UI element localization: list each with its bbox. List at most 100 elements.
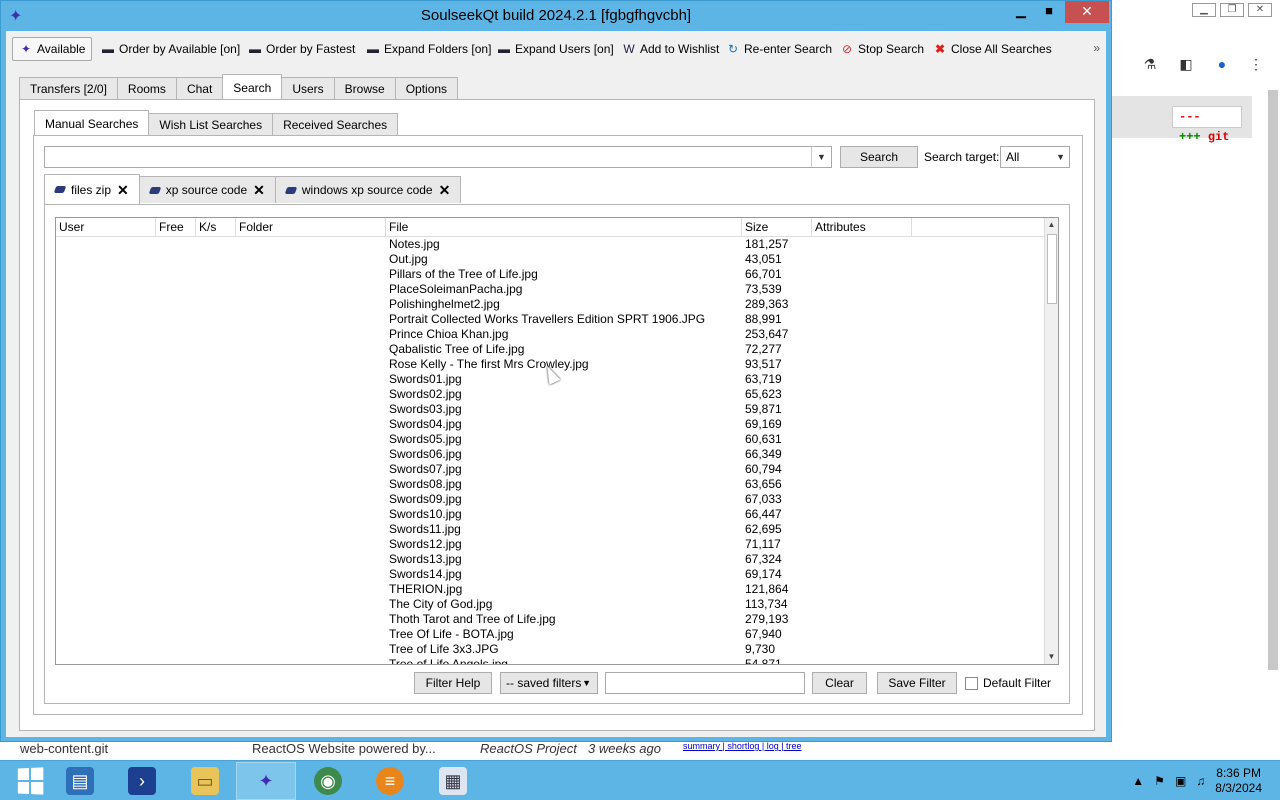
table-row[interactable]: Prince Chioa Khan.jpg 253,647 bbox=[56, 327, 1046, 342]
table-row[interactable]: Swords08.jpg 63,656 bbox=[56, 477, 1046, 492]
add-to-wishlist-button[interactable]: W Add to Wishlist bbox=[622, 37, 719, 61]
bg-close-button[interactable]: ✕ bbox=[1248, 3, 1272, 17]
titlebar[interactable]: ✦ SoulseekQt build 2024.2.1 [fgbgfhgvcbh… bbox=[1, 1, 1111, 31]
table-row[interactable]: Swords14.jpg 69,174 bbox=[56, 567, 1046, 582]
tab-received-searches[interactable]: Received Searches bbox=[272, 113, 399, 135]
close-all-searches-button[interactable]: ✖ Close All Searches bbox=[933, 37, 1052, 61]
search-input[interactable]: ▼ bbox=[44, 146, 832, 168]
bg-minimize-button[interactable]: ▁ bbox=[1192, 3, 1216, 17]
table-row[interactable]: PlaceSoleimanPacha.jpg 73,539 bbox=[56, 282, 1046, 297]
tray-expand-icon[interactable]: ▲ bbox=[1132, 774, 1144, 788]
table-row[interactable]: Swords10.jpg 66,447 bbox=[56, 507, 1046, 522]
search-button[interactable]: Search bbox=[840, 146, 918, 168]
bg-scrollbar[interactable] bbox=[1268, 90, 1278, 670]
search-target-select[interactable]: All ▼ bbox=[1000, 146, 1070, 168]
tab-browse[interactable]: Browse bbox=[333, 77, 396, 99]
tab-manual-searches[interactable]: Manual Searches bbox=[34, 110, 150, 135]
volume-icon[interactable]: ♫ bbox=[1196, 774, 1205, 788]
column-size[interactable]: Size bbox=[742, 218, 812, 237]
table-row[interactable]: Portrait Collected Works Travellers Edit… bbox=[56, 312, 1046, 327]
tab-wish-list-searches[interactable]: Wish List Searches bbox=[148, 113, 274, 135]
sidebar-icon[interactable]: ◧ bbox=[1176, 54, 1196, 74]
taskbar-server-manager[interactable]: ▤ bbox=[50, 762, 110, 800]
expand-users-button[interactable]: ▬ Expand Users [on] bbox=[497, 37, 614, 61]
table-row[interactable]: The City of God.jpg 113,734 bbox=[56, 597, 1046, 612]
tab-transfers[interactable]: Transfers [2/0] bbox=[19, 77, 118, 99]
column-free[interactable]: Free bbox=[156, 218, 196, 237]
tab-rooms[interactable]: Rooms bbox=[116, 77, 177, 99]
table-row[interactable]: Pillars of the Tree of Life.jpg 66,701 bbox=[56, 267, 1046, 282]
re-enter-search-button[interactable]: ↻ Re-enter Search bbox=[726, 37, 832, 61]
table-row[interactable]: Swords02.jpg 65,623 bbox=[56, 387, 1046, 402]
git-logo[interactable]: --- +++ git bbox=[1172, 106, 1242, 144]
chevron-down-icon[interactable]: ▼ bbox=[811, 147, 831, 167]
bg-repo-links[interactable]: summary | shortlog | log | tree bbox=[683, 741, 802, 751]
expand-folders-button[interactable]: ▬ Expand Folders [on] bbox=[366, 37, 491, 61]
table-row[interactable]: Tree of Life 3x3.JPG 9,730 bbox=[56, 642, 1046, 657]
filter-input[interactable] bbox=[605, 672, 805, 694]
tab-search[interactable]: Search bbox=[222, 74, 283, 99]
table-row[interactable]: Tree of Life Angels.jpg 54,871 bbox=[56, 657, 1046, 664]
table-row[interactable]: Swords06.jpg 66,349 bbox=[56, 447, 1046, 462]
table-row[interactable]: Notes.jpg 181,257 bbox=[56, 237, 1046, 252]
taskbar-calculator[interactable]: ▦ bbox=[423, 762, 483, 800]
table-row[interactable]: Swords07.jpg 60,794 bbox=[56, 462, 1046, 477]
flask-icon[interactable]: ⚗ bbox=[1140, 54, 1160, 74]
bg-restore-button[interactable]: ❐ bbox=[1220, 3, 1244, 17]
table-row[interactable]: Swords03.jpg 59,871 bbox=[56, 402, 1046, 417]
table-row[interactable]: Swords13.jpg 67,324 bbox=[56, 552, 1046, 567]
table-row[interactable]: Swords11.jpg 62,695 bbox=[56, 522, 1046, 537]
table-row[interactable]: Swords05.jpg 60,631 bbox=[56, 432, 1046, 447]
checkbox-box[interactable] bbox=[965, 676, 978, 690]
clock[interactable]: 8:36 PM 8/3/2024 bbox=[1215, 766, 1262, 796]
taskbar-soulseek[interactable]: ✦ bbox=[236, 762, 296, 800]
available-button[interactable]: ✦ Available bbox=[12, 37, 92, 61]
table-row[interactable]: Swords09.jpg 67,033 bbox=[56, 492, 1046, 507]
toolbar-overflow-button[interactable]: » bbox=[1093, 41, 1100, 55]
order-by-available-button[interactable]: ▬ Order by Available [on] bbox=[101, 37, 240, 61]
profile-icon[interactable]: ● bbox=[1212, 54, 1232, 74]
result-tab-windows-xp-source-code[interactable]: windows xp source code ✕ bbox=[274, 176, 462, 204]
clear-filter-button[interactable]: Clear bbox=[812, 672, 867, 694]
taskbar-file-explorer[interactable]: ▭ bbox=[175, 762, 235, 800]
network-icon[interactable]: ▣ bbox=[1175, 774, 1186, 788]
result-tab-xp-source-code[interactable]: xp source code ✕ bbox=[138, 176, 276, 204]
bg-repo-name[interactable]: web-content.git bbox=[20, 741, 108, 756]
saved-filters-select[interactable]: -- saved filters ▼ bbox=[500, 672, 598, 694]
close-icon[interactable]: ✕ bbox=[439, 177, 451, 204]
tab-chat[interactable]: Chat bbox=[175, 77, 224, 99]
tab-options[interactable]: Options bbox=[394, 77, 459, 99]
taskbar-app-orange[interactable]: ≡ bbox=[360, 762, 420, 800]
scrollbar-thumb[interactable] bbox=[1047, 234, 1057, 304]
default-filter-checkbox[interactable]: Default Filter bbox=[965, 676, 1051, 690]
close-icon[interactable]: ✕ bbox=[253, 177, 265, 204]
column-attributes[interactable]: Attributes bbox=[812, 218, 912, 237]
close-icon[interactable]: ✕ bbox=[117, 175, 129, 205]
close-button[interactable]: ✕ bbox=[1065, 1, 1109, 23]
menu-dots-icon[interactable]: ⋮ bbox=[1246, 54, 1266, 74]
order-by-fastest-button[interactable]: ▬ Order by Fastest bbox=[248, 37, 355, 61]
result-tab-files-zip[interactable]: files zip ✕ bbox=[44, 174, 140, 204]
table-row[interactable]: Swords12.jpg 71,117 bbox=[56, 537, 1046, 552]
results-scrollbar[interactable]: ▲ ▼ bbox=[1044, 218, 1058, 664]
scroll-up-icon[interactable]: ▲ bbox=[1045, 218, 1058, 232]
flag-icon[interactable]: ⚑ bbox=[1154, 774, 1165, 788]
scroll-down-icon[interactable]: ▼ bbox=[1045, 650, 1058, 664]
table-row[interactable]: Swords04.jpg 69,169 bbox=[56, 417, 1046, 432]
save-filter-button[interactable]: Save Filter bbox=[877, 672, 957, 694]
tab-users[interactable]: Users bbox=[281, 77, 335, 99]
filter-help-button[interactable]: Filter Help bbox=[414, 672, 492, 694]
column-file[interactable]: File bbox=[386, 218, 742, 237]
table-row[interactable]: Tree Of Life - BOTA.jpg 67,940 bbox=[56, 627, 1046, 642]
maximize-button[interactable]: ■ bbox=[1035, 1, 1063, 23]
stop-search-button[interactable]: ⊘ Stop Search bbox=[840, 37, 924, 61]
column-user[interactable]: User bbox=[56, 218, 156, 237]
column-folder[interactable]: Folder bbox=[236, 218, 386, 237]
taskbar-powershell[interactable]: › bbox=[112, 762, 172, 800]
taskbar-browser[interactable]: ◉ bbox=[298, 762, 358, 800]
table-row[interactable]: Thoth Tarot and Tree of Life.jpg 279,193 bbox=[56, 612, 1046, 627]
table-row[interactable]: Out.jpg 43,051 bbox=[56, 252, 1046, 267]
table-row[interactable]: Polishinghelmet2.jpg 289,363 bbox=[56, 297, 1046, 312]
column-speed[interactable]: K/s bbox=[196, 218, 236, 237]
minimize-button[interactable]: ▁ bbox=[1007, 1, 1035, 23]
